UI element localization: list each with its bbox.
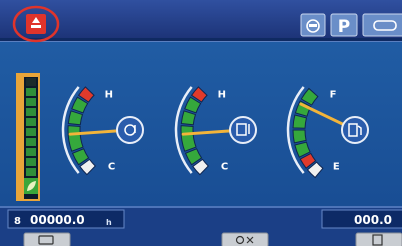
- parking-label: P: [338, 17, 350, 37]
- eco-segment: [26, 158, 36, 166]
- hydraulic-temp-icon: [229, 116, 257, 144]
- eco-segment: [26, 78, 36, 86]
- hour-meter: 8 00000.0 h: [7, 209, 125, 229]
- eco-segment: [26, 98, 36, 106]
- gauge-low-label: E: [333, 162, 340, 173]
- monitor-display: P H C H C F E 8 00000.0 h 000.0: [0, 0, 402, 246]
- eco-segment: [26, 128, 36, 136]
- lock-indicator[interactable]: [362, 13, 402, 37]
- gauge-high-label: H: [218, 89, 226, 100]
- eco-segment: [26, 168, 36, 176]
- eco-segment: [26, 88, 36, 96]
- eco-segment: [26, 108, 36, 116]
- hour-meter-icon: 8: [14, 216, 21, 227]
- eco-segment: [26, 118, 36, 126]
- gauge-low-label: C: [108, 162, 115, 173]
- parking-brake-indicator[interactable]: P: [330, 13, 358, 37]
- softkey-1[interactable]: [23, 232, 71, 246]
- odometer-value: 000.0: [354, 213, 392, 227]
- gauge-high-label: H: [105, 89, 113, 100]
- gauge-high-label: F: [330, 89, 337, 100]
- eco-gauge: [16, 73, 40, 201]
- eco-segment: [26, 148, 36, 156]
- gauge-segment: [292, 114, 308, 129]
- gauge-low-label: C: [221, 162, 228, 173]
- hour-meter-unit: h: [106, 218, 112, 227]
- coolant-temp-icon: [116, 116, 144, 144]
- engine-oil-indicator[interactable]: [300, 13, 326, 37]
- softkey-5[interactable]: [355, 232, 402, 246]
- softkey-3[interactable]: [221, 232, 269, 246]
- eco-segment: [26, 138, 36, 146]
- monitor-screen: P H C H C F E 8 00000.0 h 000.0: [0, 0, 402, 246]
- hour-meter-value: 00000.0: [30, 213, 85, 227]
- gauge-segment: [292, 129, 307, 144]
- odometer: 000.0: [321, 209, 402, 229]
- fuel-icon: [341, 116, 369, 144]
